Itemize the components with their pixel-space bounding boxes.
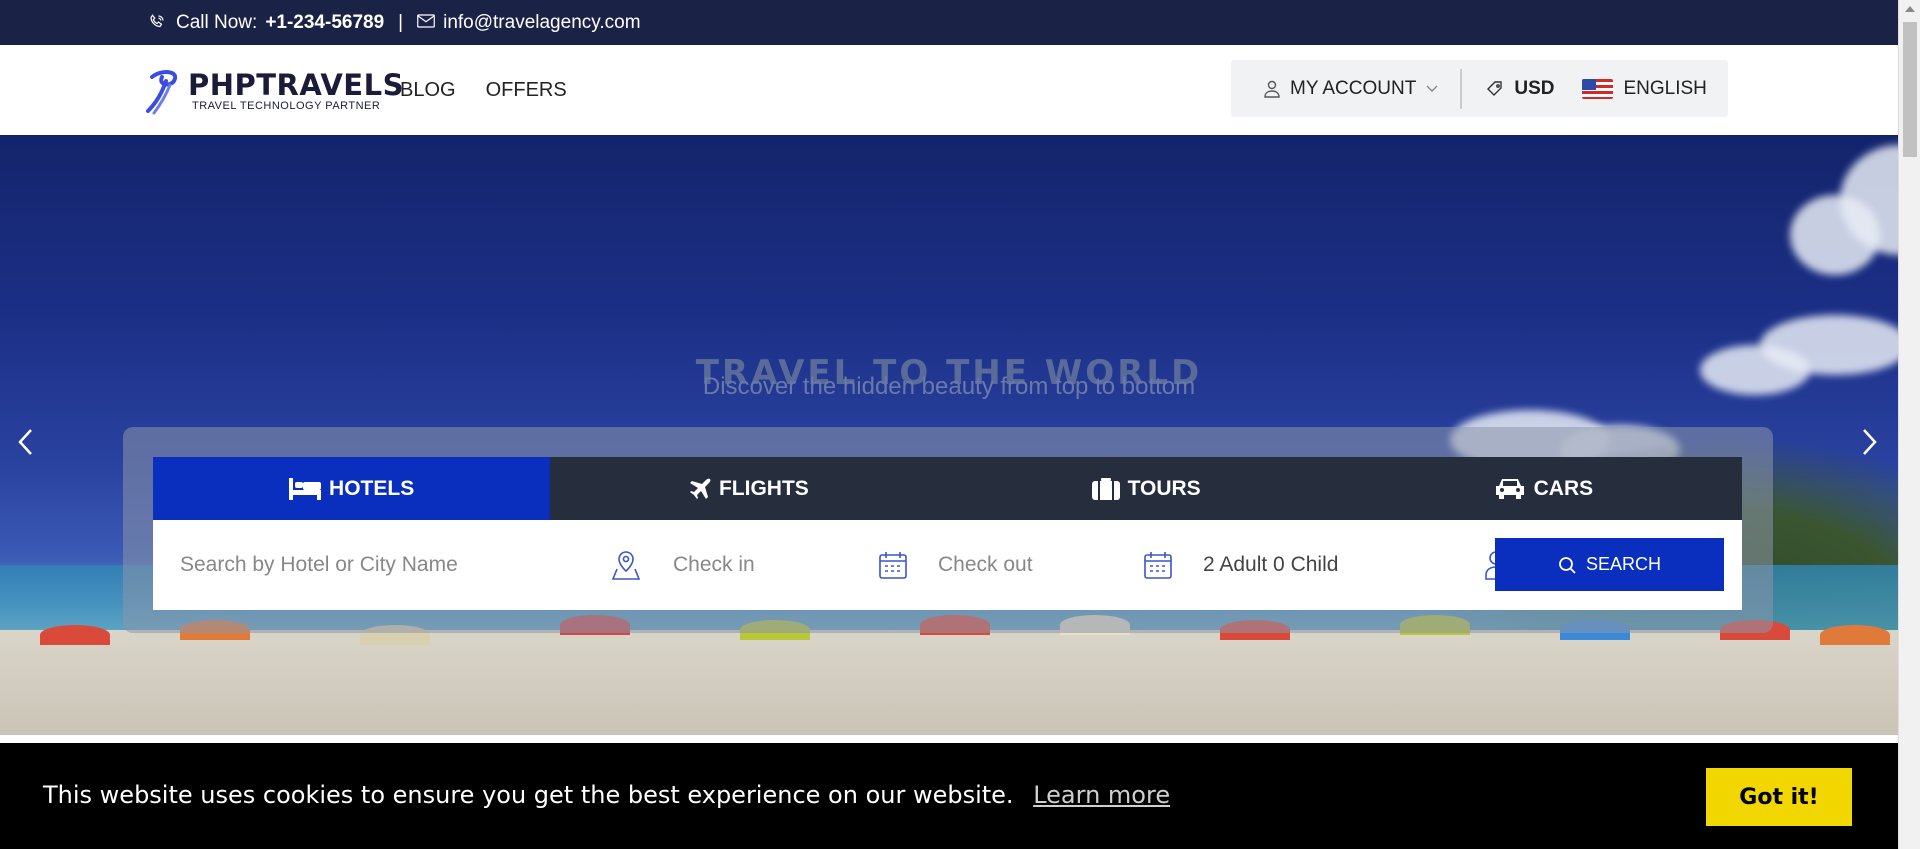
carousel-next-button[interactable] (1855, 425, 1885, 465)
language-label: ENGLISH (1623, 77, 1707, 99)
tab-tours[interactable]: TOURS (948, 457, 1345, 520)
site-logo[interactable]: PHPTRAVELS TRAVEL TECHNOLOGY PARTNER (144, 67, 404, 115)
us-flag-icon (1582, 78, 1614, 99)
search-button-label: SEARCH (1585, 554, 1661, 574)
tab-tours-label: TOURS (1127, 476, 1201, 500)
learn-more-link[interactable]: Learn more (1033, 781, 1170, 809)
map-pin-icon (611, 551, 641, 580)
main-nav: BLOG OFFERS (400, 79, 567, 102)
my-account-label: MY ACCOUNT (1290, 77, 1417, 99)
cookie-banner: This website uses cookies to ensure you … (0, 743, 1898, 849)
search-tabs: HOTELS FLIGHTS TOURS CARS (153, 457, 1742, 520)
guests-selector[interactable]: 2 Adult 0 Child (1193, 520, 1528, 610)
destination-placeholder: Search by Hotel or City Name (180, 553, 458, 576)
account-bar: MY ACCOUNT USD ENGLISH (1231, 60, 1728, 117)
chevron-right-icon (1863, 429, 1877, 455)
currency-label: USD (1514, 77, 1555, 99)
tab-flights[interactable]: FLIGHTS (550, 457, 947, 520)
email-link[interactable]: info@travelagency.com (443, 12, 640, 34)
language-selector[interactable]: ENGLISH (1582, 77, 1707, 100)
tab-hotels[interactable]: HOTELS (153, 457, 551, 520)
calendar-icon (879, 552, 907, 579)
tab-hotels-label: HOTELS (329, 476, 415, 500)
hero-subtitle: Discover the hidden beauty from top to b… (702, 373, 1196, 400)
guests-value: 2 Adult 0 Child (1203, 553, 1339, 576)
suitcase-icon (1091, 477, 1120, 500)
call-label: Call Now: (176, 12, 258, 33)
account-divider (1460, 68, 1463, 109)
user-icon (1264, 80, 1280, 98)
logo-tagline: TRAVEL TECHNOLOGY PARTNER (192, 100, 381, 112)
nav-offers[interactable]: OFFERS (486, 79, 567, 102)
scrollbar-thumb[interactable] (1903, 22, 1917, 157)
checkin-placeholder: Check in (673, 553, 755, 576)
checkin-input[interactable]: Check in (663, 520, 928, 610)
calendar-icon (1144, 552, 1172, 579)
logo-name: PHPTRAVELS (188, 68, 404, 102)
logo-mark-icon (146, 70, 178, 115)
nav-blog[interactable]: BLOG (400, 79, 456, 102)
my-account-dropdown[interactable]: MY ACCOUNT (1264, 78, 1438, 100)
tag-icon (1487, 80, 1503, 96)
checkout-input[interactable]: Check out (928, 520, 1193, 610)
scroll-up-icon[interactable] (1905, 6, 1915, 12)
topbar-separator: | (398, 12, 404, 33)
bed-icon (289, 477, 322, 500)
cookie-accept-button[interactable]: Got it! (1706, 768, 1852, 826)
chevron-left-icon (18, 429, 32, 455)
tab-cars-label: CARS (1533, 476, 1594, 500)
top-contact-bar: Call Now: +1-234-56789 | info@travelagen… (0, 0, 1898, 45)
carousel-prev-button[interactable] (10, 425, 40, 465)
plane-icon (689, 478, 711, 499)
currency-selector[interactable]: USD (1486, 78, 1554, 100)
chevron-down-icon (1426, 85, 1438, 92)
cookie-message: This website uses cookies to ensure you … (43, 781, 1014, 809)
phone-icon (148, 13, 168, 33)
tab-cars[interactable]: CARS (1345, 457, 1742, 520)
destination-input[interactable]: Search by Hotel or City Name (153, 520, 663, 610)
mail-icon (417, 12, 435, 34)
search-icon (1559, 556, 1576, 574)
car-icon (1495, 478, 1524, 499)
page-scrollbar[interactable] (1898, 0, 1920, 849)
checkout-placeholder: Check out (938, 553, 1033, 576)
search-button[interactable]: SEARCH (1495, 538, 1724, 591)
phone-number[interactable]: +1-234-56789 (265, 12, 384, 34)
tab-flights-label: FLIGHTS (718, 476, 809, 500)
